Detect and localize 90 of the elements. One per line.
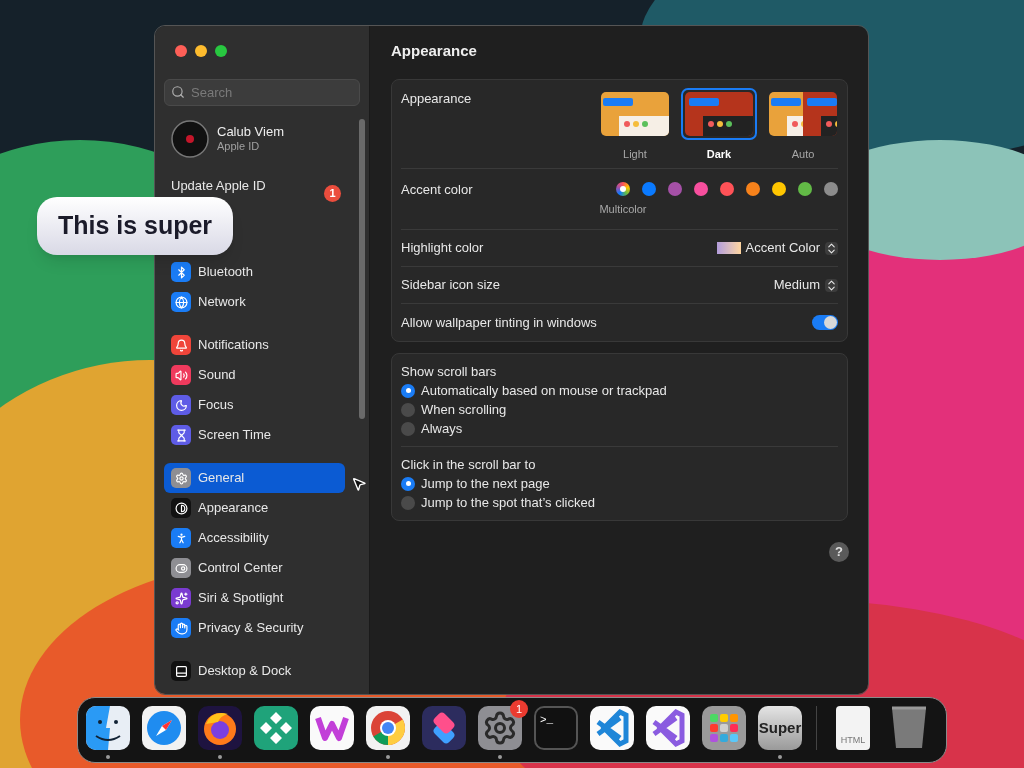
profile-subtitle: Apple ID [217,139,261,154]
accent-swatch[interactable] [694,182,708,196]
sidebar-label: Focus [198,396,234,415]
sidebar-item[interactable]: Accessibility [164,523,345,553]
sidebar-label: Desktop & Dock [198,662,292,681]
chevrons-icon [825,241,838,255]
highlight-popup[interactable]: Accent Color [716,238,838,258]
sidebar-item[interactable]: Desktop & Dock [164,656,345,686]
sidebar-label: Network [198,293,246,312]
toggle-switch[interactable] [812,315,838,330]
gradient-swatch-icon [716,242,741,254]
sidebar-item[interactable]: Focus [164,390,345,420]
fox-globe-icon[interactable] [198,706,242,750]
code-ribbon-icon[interactable] [590,706,634,750]
accent-name: Multicolor [599,202,647,217]
row-label: Appearance [401,90,472,108]
sidebar-label: Appearance [198,499,269,518]
infinity-ribbon-icon[interactable] [646,706,690,750]
sidebar-label: Bluetooth [198,263,253,282]
sidebar-item[interactable]: Sound [164,360,345,390]
help-button[interactable]: ? [829,542,849,562]
accent-swatch[interactable] [798,182,812,196]
row-label: Highlight color [401,239,484,258]
terminal-app-icon[interactable]: >_ [534,706,578,750]
gear-icon[interactable] [478,706,522,750]
sidebar-label: Sound [198,366,236,385]
sidebar-item[interactable]: Appearance [164,493,345,523]
radio-option[interactable]: Jump to the next page [401,474,838,493]
layers-icon[interactable] [422,706,466,750]
notification-badge: 1 [510,700,528,718]
sidebar-label: Accessibility [198,529,269,548]
sidebar-item[interactable]: Network [164,287,345,317]
accent-swatch[interactable] [668,182,682,196]
sidebar-item[interactable]: Notifications [164,330,345,360]
accent-swatch[interactable] [720,182,734,196]
scrollbar-thumb[interactable] [359,119,365,419]
profile-name: Calub Viem [217,124,284,139]
sidebar-label: Screen Time [198,426,271,445]
group-label: Click in the scroll bar to [401,456,537,474]
notice-label[interactable]: Update Apple ID [171,176,266,196]
row-label: Allow wallpaper tinting in windows [401,313,597,332]
chrome-wheel-icon[interactable] [366,706,410,750]
sidebar-item[interactable]: Bluetooth [164,257,345,287]
compass-icon[interactable] [142,706,186,750]
sidebar-label: Control Center [198,559,283,578]
radio-option[interactable]: Jump to the spot that’s clicked [401,493,838,512]
sidebar-label: Privacy & Security [198,619,304,638]
sidebar-item[interactable]: Control Center [164,553,345,583]
row-label: Accent color [401,181,473,199]
sidebar-label: General [198,469,245,488]
document-icon[interactable]: HTML [836,706,870,750]
accent-swatch[interactable] [772,182,786,196]
page-title: Appearance [391,40,477,61]
chevrons-icon [825,278,838,292]
pointer-icon [351,476,367,492]
sidebar-item[interactable]: General [164,463,345,493]
sidebar-item[interactable]: Screen Time [164,420,345,450]
close-window-icon[interactable] [175,45,187,57]
theme-preview-drawing [769,92,837,136]
sidebar-item[interactable]: Siri & Spotlight [164,583,345,613]
row-label: Sidebar icon size [401,276,500,295]
group-label: Show scroll bars [401,363,498,381]
radio-option[interactable]: Always [401,419,838,438]
caption-bubble: This is super [37,197,233,255]
accent-swatch[interactable] [746,182,760,196]
theme-preview-drawing [601,92,669,136]
appearance-option[interactable]: Auto [765,88,841,168]
minimize-window-icon[interactable] [195,45,207,57]
radio-option[interactable]: When scrolling [401,400,838,419]
avatar[interactable] [171,120,209,158]
icon-size-popup[interactable]: Medium [773,275,838,295]
sidebar-label: Notifications [198,336,269,355]
radio-option[interactable]: Automatically based on mouse or trackpad [401,381,838,400]
zoom-window-icon[interactable] [215,45,227,57]
sidebar-label: Siri & Spotlight [198,589,284,608]
accent-swatch[interactable] [616,182,630,196]
app-grid-icon[interactable] [702,706,746,750]
w-shape-icon[interactable] [310,706,354,750]
notification-badge: 1 [324,184,341,202]
accent-swatch[interactable] [642,182,656,196]
theme-preview-drawing [685,92,753,136]
super-app-icon[interactable]: Super [758,706,802,750]
smiling-face-icon[interactable] [86,706,130,750]
trash-can-icon[interactable] [889,706,929,750]
diamonds-icon[interactable] [254,706,298,750]
sidebar-item[interactable]: Privacy & Security [164,613,345,643]
appearance-option[interactable]: Light [597,88,673,168]
accent-swatch[interactable] [824,182,838,196]
search-icon [171,85,185,99]
search-field[interactable]: Search [164,79,360,106]
